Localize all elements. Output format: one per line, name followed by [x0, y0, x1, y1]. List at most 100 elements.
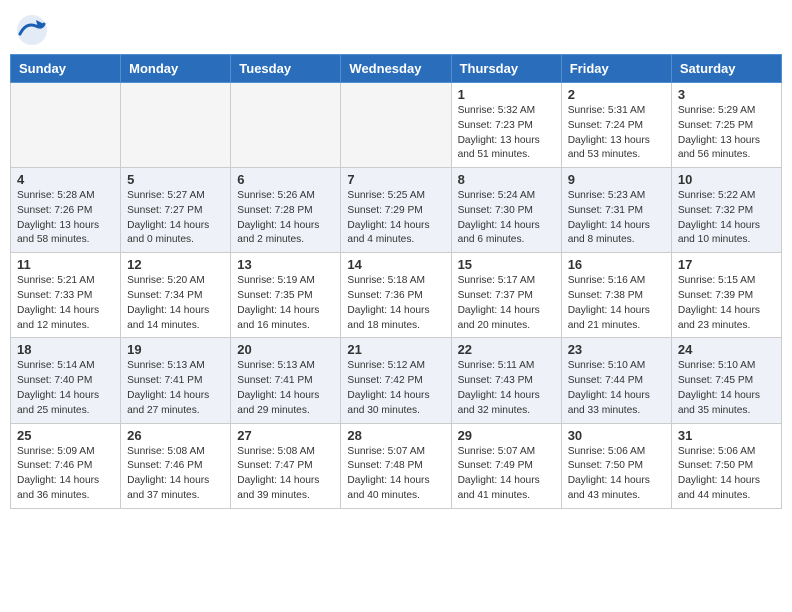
calendar-day-cell: 10 Sunrise: 5:22 AM Sunset: 7:32 PM Dayli…: [671, 168, 781, 253]
day-info: Sunrise: 5:15 AM Sunset: 7:39 PM Dayligh…: [678, 274, 775, 333]
calendar-day-cell: 8 Sunrise: 5:24 AM Sunset: 7:30 PM Daylig…: [451, 168, 561, 253]
calendar-day-cell: 27 Sunrise: 5:08 AM Sunset: 7:47 PM Dayli…: [231, 423, 341, 508]
day-number: 6: [237, 172, 334, 187]
day-number: 16: [568, 257, 665, 272]
day-info: Sunrise: 5:19 AM Sunset: 7:35 PM Dayligh…: [237, 274, 334, 333]
day-info: Sunrise: 5:25 AM Sunset: 7:29 PM Dayligh…: [347, 189, 444, 248]
calendar-week-row: 25Sunrise: 5:09 AM Sunset: 7:46 PM Dayli…: [11, 423, 782, 508]
day-number: 3: [678, 87, 775, 102]
day-number: 4: [17, 172, 114, 187]
day-header-tuesday: Tuesday: [231, 55, 341, 83]
calendar-wrapper: SundayMondayTuesdayWednesdayThursdayFrid…: [0, 54, 792, 519]
calendar-table: SundayMondayTuesdayWednesdayThursdayFrid…: [10, 54, 782, 509]
day-info: Sunrise: 5:20 AM Sunset: 7:34 PM Dayligh…: [127, 274, 224, 333]
calendar-day-cell: 16 Sunrise: 5:16 AM Sunset: 7:38 PM Dayli…: [561, 253, 671, 338]
calendar-day-cell: 17 Sunrise: 5:15 AM Sunset: 7:39 PM Dayli…: [671, 253, 781, 338]
day-number: 9: [568, 172, 665, 187]
calendar-week-row: 1 Sunrise: 5:32 AM Sunset: 7:23 PM Daylig…: [11, 83, 782, 168]
calendar-day-cell: 2 Sunrise: 5:31 AM Sunset: 7:24 PM Daylig…: [561, 83, 671, 168]
day-header-wednesday: Wednesday: [341, 55, 451, 83]
calendar-day-cell: 6 Sunrise: 5:26 AM Sunset: 7:28 PM Daylig…: [231, 168, 341, 253]
calendar-day-cell: 13 Sunrise: 5:19 AM Sunset: 7:35 PM Dayli…: [231, 253, 341, 338]
day-number: 25: [17, 428, 114, 443]
day-number: 26: [127, 428, 224, 443]
day-number: 13: [237, 257, 334, 272]
calendar-day-cell: 19 Sunrise: 5:13 AM Sunset: 7:41 PM Dayli…: [121, 338, 231, 423]
day-info: Sunrise: 5:10 AM Sunset: 7:44 PM Dayligh…: [568, 359, 665, 418]
day-info: Sunrise: 5:17 AM Sunset: 7:37 PM Dayligh…: [458, 274, 555, 333]
calendar-day-cell: 31 Sunrise: 5:06 AM Sunset: 7:50 PM Dayli…: [671, 423, 781, 508]
day-info: Sunrise: 5:31 AM Sunset: 7:24 PM Dayligh…: [568, 104, 665, 163]
day-header-friday: Friday: [561, 55, 671, 83]
day-info: Sunrise: 5:22 AM Sunset: 7:32 PM Dayligh…: [678, 189, 775, 248]
day-number: 18: [17, 342, 114, 357]
day-info: Sunrise: 5:32 AM Sunset: 7:23 PM Dayligh…: [458, 104, 555, 163]
day-info: Sunrise: 5:24 AM Sunset: 7:30 PM Dayligh…: [458, 189, 555, 248]
calendar-day-cell: 28Sunrise: 5:07 AM Sunset: 7:48 PM Dayli…: [341, 423, 451, 508]
calendar-day-cell: 4 Sunrise: 5:28 AM Sunset: 7:26 PM Daylig…: [11, 168, 121, 253]
day-number: 8: [458, 172, 555, 187]
day-header-monday: Monday: [121, 55, 231, 83]
day-info: Sunrise: 5:06 AM Sunset: 7:50 PM Dayligh…: [678, 445, 775, 504]
day-header-saturday: Saturday: [671, 55, 781, 83]
calendar-day-cell: 20Sunrise: 5:13 AM Sunset: 7:41 PM Dayli…: [231, 338, 341, 423]
day-number: 15: [458, 257, 555, 272]
calendar-day-cell: 21 Sunrise: 5:12 AM Sunset: 7:42 PM Dayli…: [341, 338, 451, 423]
calendar-day-cell: [121, 83, 231, 168]
calendar-day-cell: 24Sunrise: 5:10 AM Sunset: 7:45 PM Dayli…: [671, 338, 781, 423]
calendar-day-cell: 11 Sunrise: 5:21 AM Sunset: 7:33 PM Dayli…: [11, 253, 121, 338]
day-number: 1: [458, 87, 555, 102]
calendar-day-cell: 25Sunrise: 5:09 AM Sunset: 7:46 PM Dayli…: [11, 423, 121, 508]
day-info: Sunrise: 5:13 AM Sunset: 7:41 PM Dayligh…: [237, 359, 334, 418]
calendar-day-cell: 3Sunrise: 5:29 AM Sunset: 7:25 PM Daylig…: [671, 83, 781, 168]
day-info: Sunrise: 5:06 AM Sunset: 7:50 PM Dayligh…: [568, 445, 665, 504]
day-info: Sunrise: 5:28 AM Sunset: 7:26 PM Dayligh…: [17, 189, 114, 248]
day-number: 29: [458, 428, 555, 443]
day-info: Sunrise: 5:08 AM Sunset: 7:47 PM Dayligh…: [237, 445, 334, 504]
calendar-day-cell: 15 Sunrise: 5:17 AM Sunset: 7:37 PM Dayli…: [451, 253, 561, 338]
day-number: 5: [127, 172, 224, 187]
day-info: Sunrise: 5:12 AM Sunset: 7:42 PM Dayligh…: [347, 359, 444, 418]
day-info: Sunrise: 5:14 AM Sunset: 7:40 PM Dayligh…: [17, 359, 114, 418]
header: [0, 0, 792, 54]
day-number: 21: [347, 342, 444, 357]
calendar-day-cell: 14Sunrise: 5:18 AM Sunset: 7:36 PM Dayli…: [341, 253, 451, 338]
calendar-day-cell: [11, 83, 121, 168]
day-number: 12: [127, 257, 224, 272]
day-number: 24: [678, 342, 775, 357]
day-info: Sunrise: 5:07 AM Sunset: 7:49 PM Dayligh…: [458, 445, 555, 504]
calendar-day-cell: 26 Sunrise: 5:08 AM Sunset: 7:46 PM Dayli…: [121, 423, 231, 508]
day-number: 27: [237, 428, 334, 443]
days-header-row: SundayMondayTuesdayWednesdayThursdayFrid…: [11, 55, 782, 83]
day-number: 10: [678, 172, 775, 187]
calendar-day-cell: 12 Sunrise: 5:20 AM Sunset: 7:34 PM Dayli…: [121, 253, 231, 338]
day-info: Sunrise: 5:16 AM Sunset: 7:38 PM Dayligh…: [568, 274, 665, 333]
calendar-day-cell: 7 Sunrise: 5:25 AM Sunset: 7:29 PM Daylig…: [341, 168, 451, 253]
day-number: 23: [568, 342, 665, 357]
day-header-thursday: Thursday: [451, 55, 561, 83]
day-number: 2: [568, 87, 665, 102]
calendar-day-cell: 23 Sunrise: 5:10 AM Sunset: 7:44 PM Dayli…: [561, 338, 671, 423]
calendar-day-cell: 29 Sunrise: 5:07 AM Sunset: 7:49 PM Dayli…: [451, 423, 561, 508]
day-info: Sunrise: 5:18 AM Sunset: 7:36 PM Dayligh…: [347, 274, 444, 333]
day-number: 11: [17, 257, 114, 272]
day-info: Sunrise: 5:21 AM Sunset: 7:33 PM Dayligh…: [17, 274, 114, 333]
day-number: 30: [568, 428, 665, 443]
day-number: 22: [458, 342, 555, 357]
logo: [16, 14, 52, 46]
day-number: 7: [347, 172, 444, 187]
day-number: 17: [678, 257, 775, 272]
day-info: Sunrise: 5:08 AM Sunset: 7:46 PM Dayligh…: [127, 445, 224, 504]
day-info: Sunrise: 5:13 AM Sunset: 7:41 PM Dayligh…: [127, 359, 224, 418]
calendar-day-cell: [341, 83, 451, 168]
calendar-day-cell: 9Sunrise: 5:23 AM Sunset: 7:31 PM Daylig…: [561, 168, 671, 253]
calendar-day-cell: 5Sunrise: 5:27 AM Sunset: 7:27 PM Daylig…: [121, 168, 231, 253]
day-header-sunday: Sunday: [11, 55, 121, 83]
calendar-day-cell: [231, 83, 341, 168]
calendar-day-cell: 18 Sunrise: 5:14 AM Sunset: 7:40 PM Dayli…: [11, 338, 121, 423]
day-number: 31: [678, 428, 775, 443]
day-number: 19: [127, 342, 224, 357]
day-info: Sunrise: 5:26 AM Sunset: 7:28 PM Dayligh…: [237, 189, 334, 248]
day-info: Sunrise: 5:07 AM Sunset: 7:48 PM Dayligh…: [347, 445, 444, 504]
calendar-day-cell: 22Sunrise: 5:11 AM Sunset: 7:43 PM Dayli…: [451, 338, 561, 423]
